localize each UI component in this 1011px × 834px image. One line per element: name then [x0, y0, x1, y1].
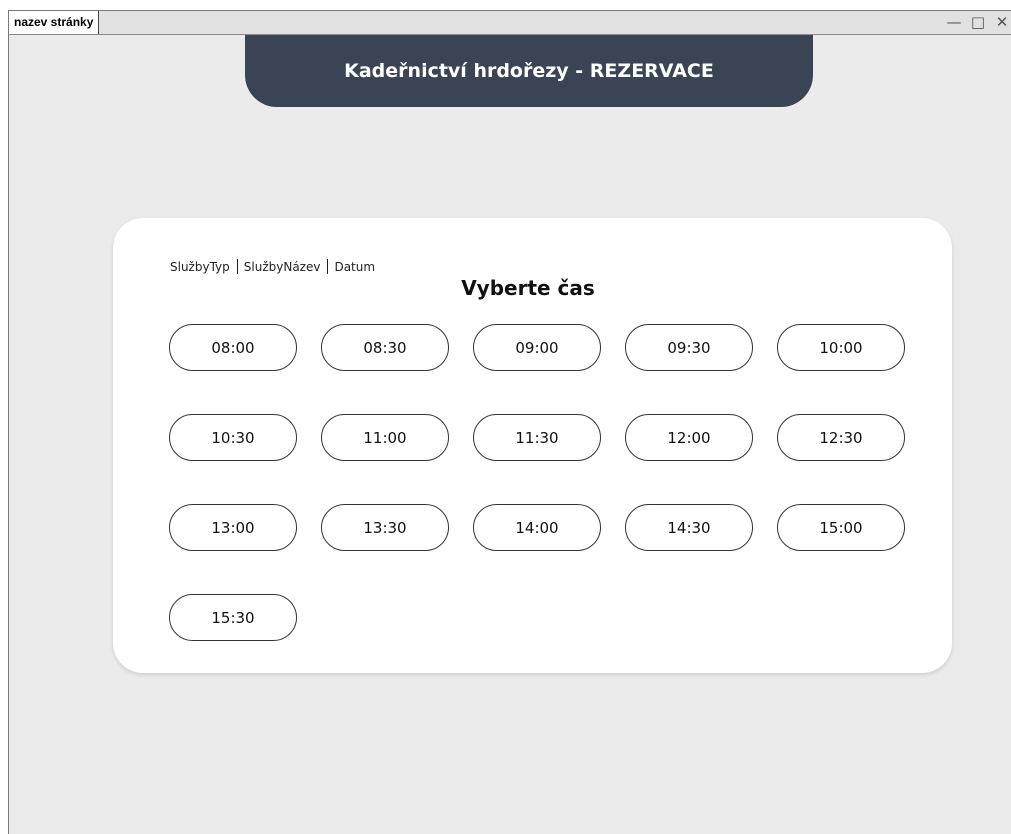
reservation-card: SlužbyTyp SlužbyNázev Datum Vyberte čas … [113, 218, 952, 673]
time-slot-button[interactable]: 14:30 [625, 504, 753, 551]
time-slot-button[interactable]: 11:30 [473, 414, 601, 461]
time-slot-button[interactable]: 10:00 [777, 324, 905, 371]
window-controls: — □ ✕ [945, 11, 1011, 34]
breadcrumb-service-type[interactable]: SlužbyTyp [170, 260, 230, 274]
breadcrumb-date[interactable]: Datum [334, 260, 375, 274]
breadcrumb-service-name[interactable]: SlužbyNázev [244, 260, 321, 274]
breadcrumb: SlužbyTyp SlužbyNázev Datum [170, 259, 375, 274]
time-slot-button[interactable]: 08:30 [321, 324, 449, 371]
minimize-icon[interactable]: — [945, 11, 963, 34]
browser-window: nazev stránky — □ ✕ Kadeřnictví hrdořezy… [8, 10, 1011, 834]
time-slot-button[interactable]: 15:00 [777, 504, 905, 551]
breadcrumb-separator [236, 259, 238, 274]
time-slot-button[interactable]: 14:00 [473, 504, 601, 551]
window-titlebar: nazev stránky — □ ✕ [9, 11, 1011, 35]
time-slot-button[interactable]: 11:00 [321, 414, 449, 461]
time-slot-button[interactable]: 12:00 [625, 414, 753, 461]
breadcrumb-separator [327, 259, 329, 274]
time-slot-button[interactable]: 13:00 [169, 504, 297, 551]
time-slot-button[interactable]: 08:00 [169, 324, 297, 371]
time-slot-grid: 08:00 08:30 09:00 09:30 10:00 10:30 11:0… [169, 324, 905, 641]
time-slot-button[interactable]: 15:30 [169, 594, 297, 641]
close-icon[interactable]: ✕ [993, 11, 1011, 34]
time-slot-button[interactable]: 13:30 [321, 504, 449, 551]
time-slot-button[interactable]: 09:00 [473, 324, 601, 371]
time-slot-button[interactable]: 09:30 [625, 324, 753, 371]
section-title: Vyberte čas [461, 276, 595, 300]
time-slot-button[interactable]: 10:30 [169, 414, 297, 461]
page-tab[interactable]: nazev stránky [9, 11, 100, 34]
page-header: Kadeřnictví hrdořezy - REZERVACE [245, 35, 813, 107]
maximize-icon[interactable]: □ [969, 11, 987, 34]
page-title: Kadeřnictví hrdořezy - REZERVACE [344, 60, 714, 82]
time-slot-button[interactable]: 12:30 [777, 414, 905, 461]
